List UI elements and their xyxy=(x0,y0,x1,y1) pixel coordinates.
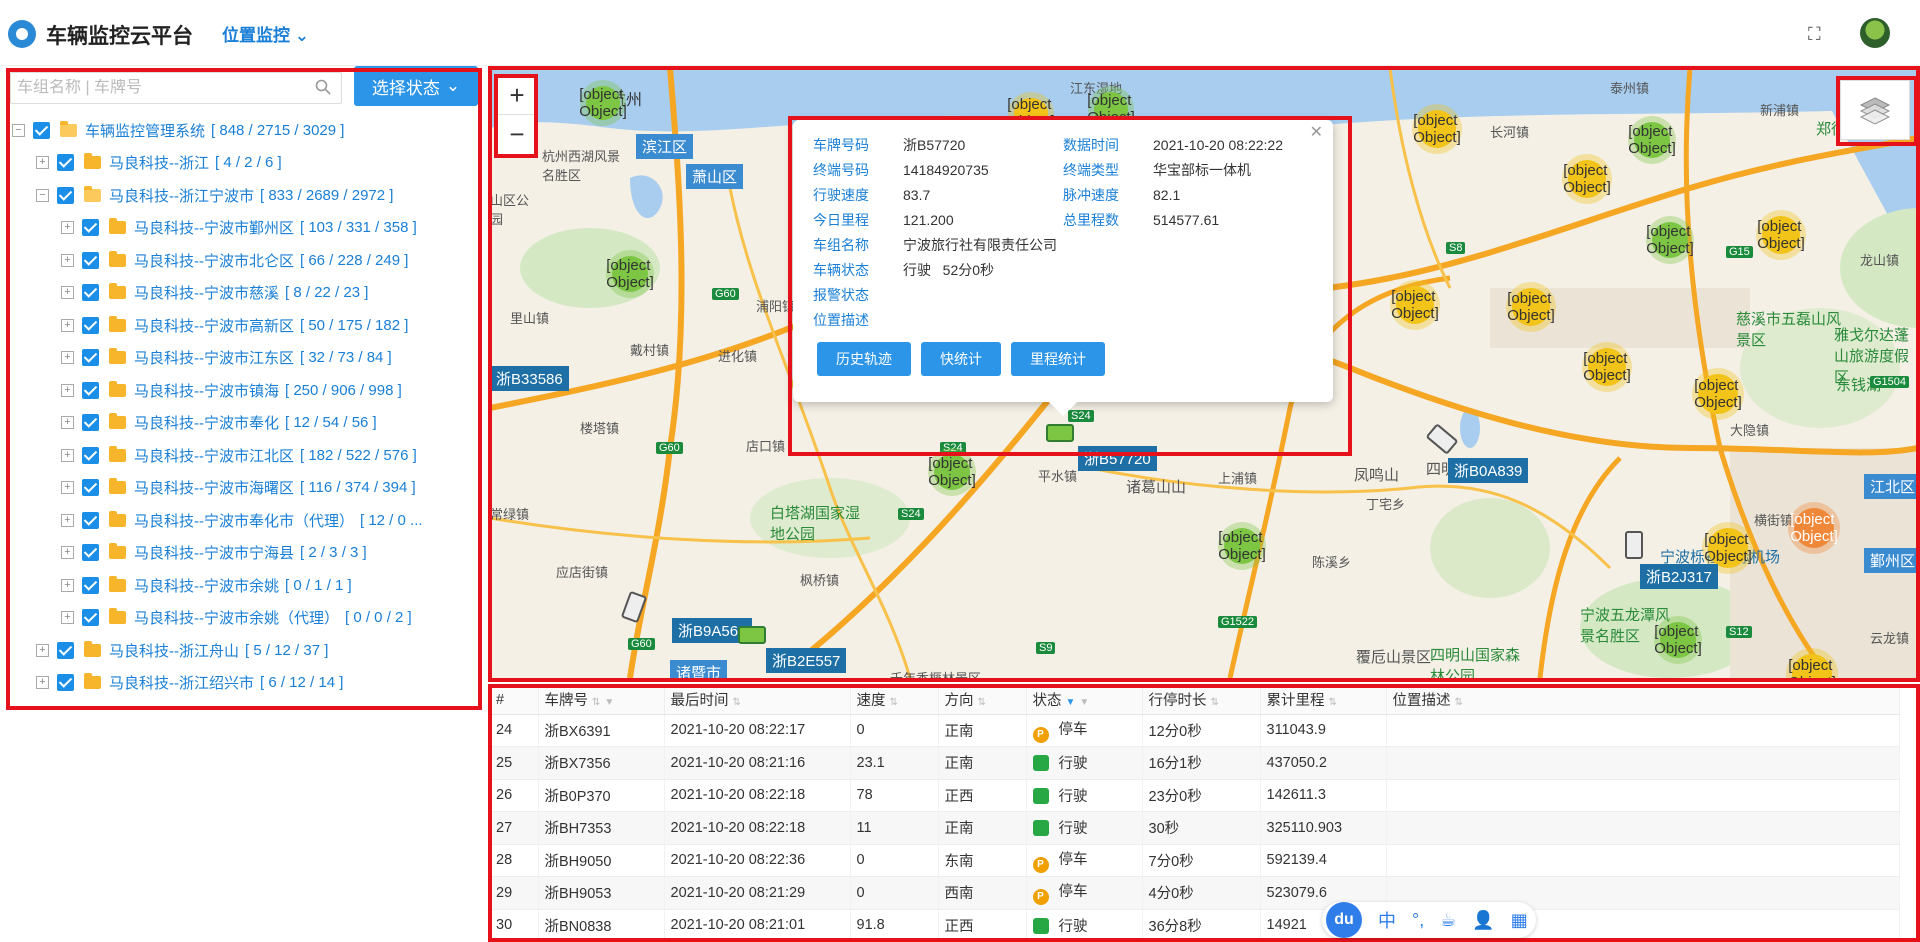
highlight-box-layers xyxy=(1836,76,1918,146)
fullscreen-icon[interactable]: ⛶ xyxy=(1808,24,1828,44)
chevron-down-icon: ⌄ xyxy=(294,26,309,45)
lang-zh-icon[interactable]: 中 xyxy=(1378,907,1396,933)
baidu-logo[interactable]: du xyxy=(1326,902,1362,938)
app-title: 车辆监控云平台 xyxy=(46,25,193,48)
highlight-box-table xyxy=(488,684,1920,942)
user-avatar[interactable] xyxy=(1860,18,1890,48)
nav-menu-label: 位置监控 xyxy=(222,26,290,45)
top-header: 车辆监控云平台 位置监控 ⌄ ⛶ xyxy=(0,0,1920,66)
baidu-toolbar: du 中 °, ☕ 👤 ▦ xyxy=(1322,902,1536,938)
highlight-box-zoom xyxy=(494,74,538,158)
nav-menu-location[interactable]: 位置监控 ⌄ xyxy=(222,21,309,46)
highlight-box-tree xyxy=(6,68,482,710)
grid-icon[interactable]: ▦ xyxy=(1511,910,1528,931)
app-logo-icon xyxy=(8,20,36,48)
user-icon[interactable]: 👤 xyxy=(1472,910,1494,931)
highlight-box-popup xyxy=(788,116,1352,456)
punctuation-icon[interactable]: °, xyxy=(1412,910,1424,931)
cup-icon[interactable]: ☕ xyxy=(1440,910,1456,931)
